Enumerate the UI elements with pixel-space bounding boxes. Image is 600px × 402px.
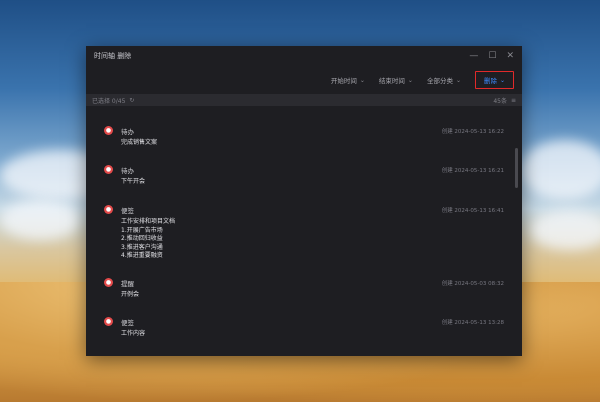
chevron-down-icon: ⌄ (359, 76, 365, 84)
category-icon: ● (104, 278, 113, 287)
end-time-dropdown[interactable]: 结束时间 ⌄ (378, 75, 413, 86)
item-body: 下午开会 (121, 178, 146, 185)
status-bar: 已选择 0/45 ↻ 45条 ≡ (86, 94, 522, 106)
cloud (0, 200, 80, 240)
item-timestamp: 创建 2024-05-03 08:32 (441, 281, 504, 287)
item-body: 完成销售文案 (121, 139, 158, 146)
scrollbar[interactable] (515, 148, 518, 188)
delete-button[interactable]: 删除 ⌄ (483, 75, 505, 85)
item-category: 便签 (121, 207, 134, 215)
selection-count: 已选择 0/45 (92, 97, 126, 105)
item-category: 便签 (121, 319, 134, 327)
chevron-down-icon: ⌄ (407, 76, 413, 84)
window-title: 时间轴 删除 (94, 52, 132, 60)
start-time-label: 开始时间 (330, 77, 357, 85)
timeline-list: ● 待办 创建 2024-05-13 16:22 完成销售文案 ● 待办 创建 … (86, 106, 522, 356)
item-timestamp: 创建 2024-05-13 16:22 (441, 129, 504, 135)
close-icon[interactable]: ✕ (506, 51, 514, 61)
toolbar: 开始时间 ⌄ 结束时间 ⌄ 全部分类 ⌄ 删除 ⌄ (86, 66, 522, 94)
item-category: 待办 (121, 167, 134, 175)
start-time-dropdown[interactable]: 开始时间 ⌄ (330, 75, 365, 86)
maximize-icon[interactable]: ☐ (488, 51, 496, 61)
refresh-icon[interactable]: ↻ (129, 97, 134, 104)
item-category: 待办 (121, 128, 134, 136)
category-icon: ● (104, 126, 113, 135)
item-body: 开例会 (121, 291, 140, 298)
item-body: 工作内容 (121, 330, 146, 337)
minimize-icon[interactable]: — (469, 51, 478, 61)
category-label: 全部分类 (426, 77, 453, 85)
category-dropdown[interactable]: 全部分类 ⌄ (426, 75, 461, 86)
item-category: 提醒 (121, 280, 134, 288)
category-icon: ● (104, 205, 113, 214)
cloud (520, 140, 600, 200)
item-timestamp: 创建 2024-05-13 16:41 (441, 208, 504, 214)
item-timestamp: 创建 2024-05-13 13:28 (441, 320, 504, 326)
item-body: 工作安排和项目文档 1.开展广告市场 2.推动回归收益 3.推进客户沟通 4.推… (121, 218, 176, 259)
end-time-label: 结束时间 (378, 77, 405, 85)
cloud (530, 210, 600, 250)
item-timestamp: 创建 2024-05-13 16:21 (441, 168, 504, 174)
delete-label: 删除 (483, 77, 497, 85)
total-count: 45条 (493, 97, 507, 105)
delete-highlight: 删除 ⌄ (474, 71, 514, 89)
chevron-down-icon: ⌄ (455, 76, 461, 84)
timeline-window: 时间轴 删除 — ☐ ✕ 开始时间 ⌄ 结束时间 ⌄ 全部分类 ⌄ 删除 ⌄ 已… (86, 46, 522, 356)
category-icon: ● (104, 165, 113, 174)
menu-icon[interactable]: ≡ (511, 97, 516, 104)
chevron-down-icon: ⌄ (499, 76, 505, 84)
title-bar: 时间轴 删除 — ☐ ✕ (86, 46, 522, 66)
category-icon: ● (104, 317, 113, 326)
